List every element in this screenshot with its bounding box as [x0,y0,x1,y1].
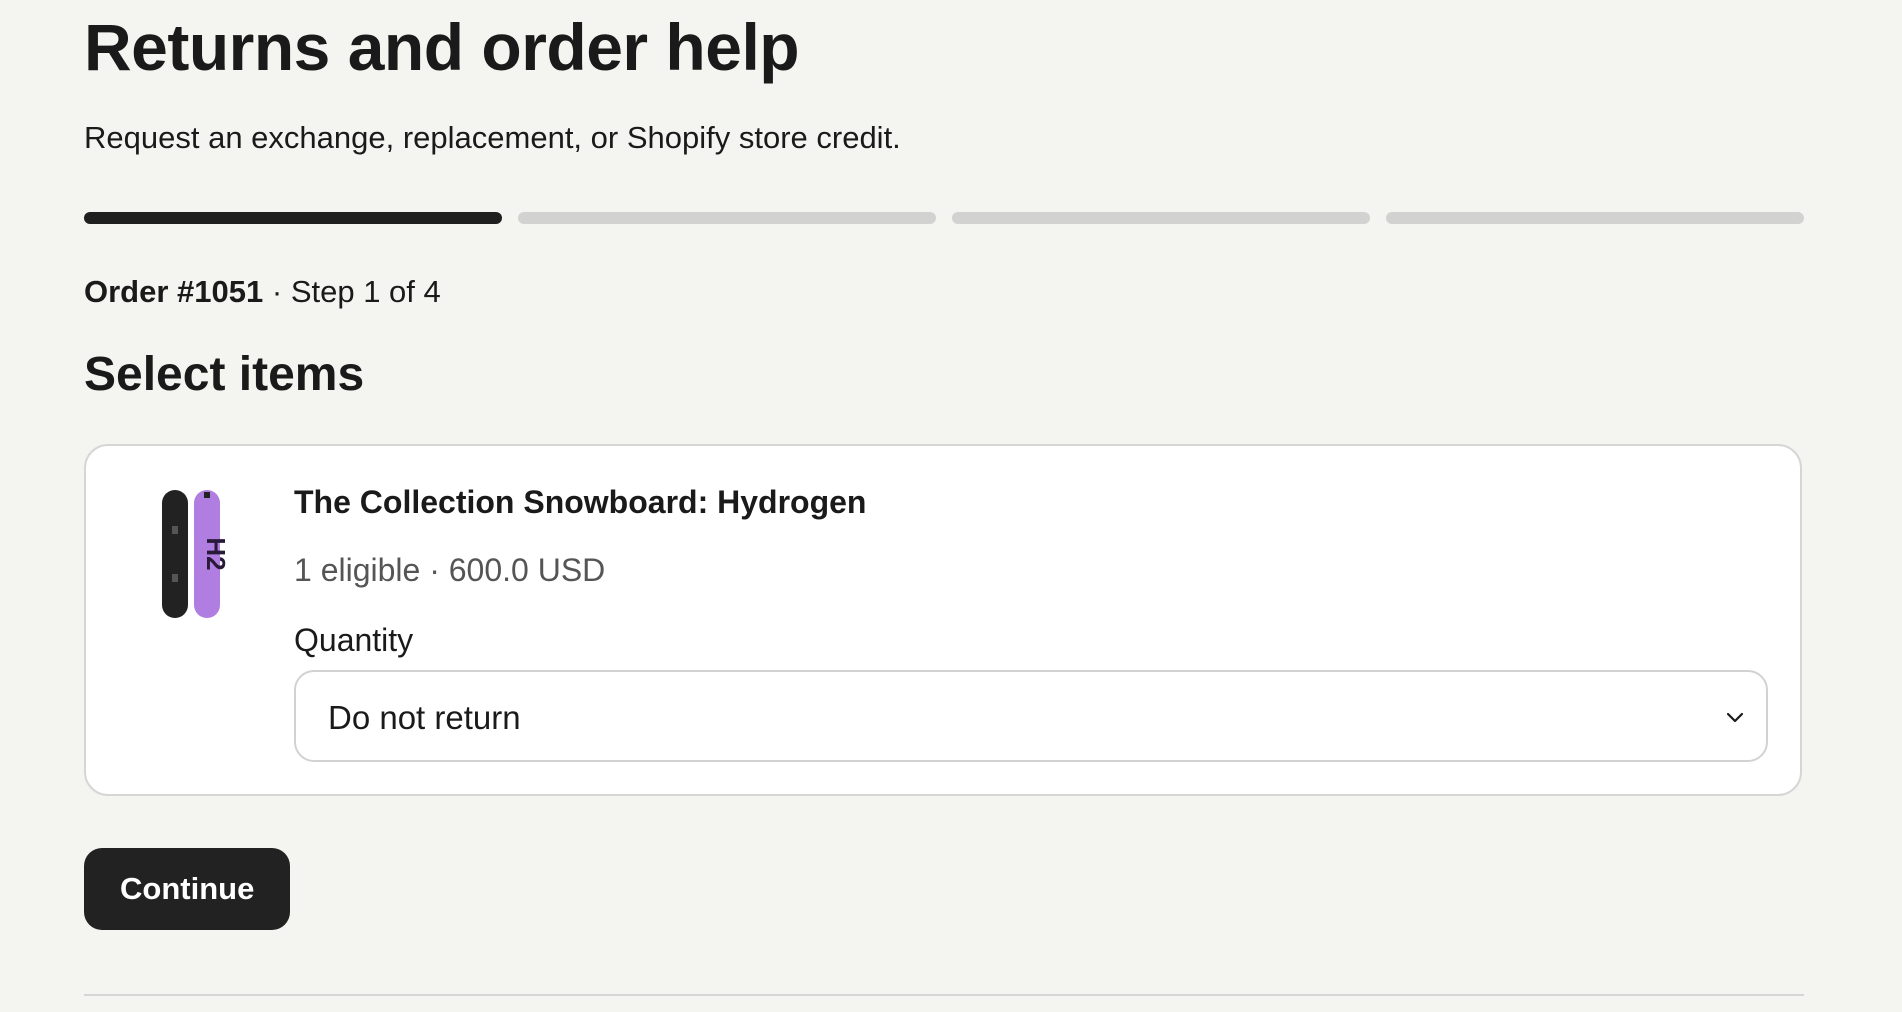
progress-segment-2 [518,212,936,224]
returns-page: Returns and order help Request an exchan… [0,0,1902,1012]
chevron-down-icon [1726,712,1744,723]
order-number: Order #1051 [84,274,264,309]
progress-segment-1 [84,212,502,224]
quantity-select[interactable]: Do not return [294,670,1768,762]
page-subtitle: Request an exchange, replacement, or Sho… [84,120,901,155]
quantity-label: Quantity [294,622,414,658]
progress-segment-3 [952,212,1370,224]
progress-segment-4 [1386,212,1804,224]
item-card: H2 The Collection Snowboard: Hydrogen 1 … [84,444,1802,796]
order-step-line: Order #1051 · Step 1 of 4 [84,272,441,312]
footer-divider [84,994,1804,996]
item-name: The Collection Snowboard: Hydrogen [294,484,867,520]
page-title: Returns and order help [84,10,800,84]
order-separator: · [271,274,283,309]
svg-text:H2: H2 [201,537,231,570]
item-eligibility-price: 1 eligible · 600.0 USD [294,552,606,588]
snowboard-image: H2 [162,490,282,626]
step-progress-bar [84,212,1804,224]
section-title: Select items [84,348,365,401]
snowboard-image-icon: H2 [162,490,282,626]
continue-button[interactable]: Continue [84,848,291,930]
quantity-selected-value: Do not return [328,699,521,736]
step-indicator: Step 1 of 4 [290,274,441,309]
